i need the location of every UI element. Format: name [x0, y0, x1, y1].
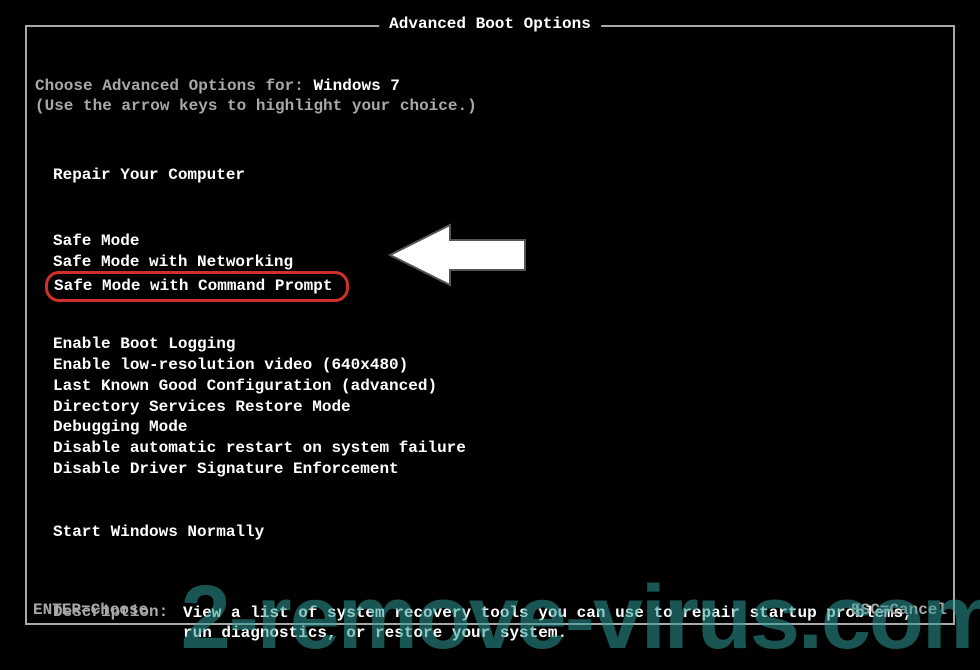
menu-item-low-res-video[interactable]: Enable low-resolution video (640x480): [53, 355, 945, 376]
menu-item-disable-driver-signature[interactable]: Disable Driver Signature Enforcement: [53, 459, 945, 480]
intro-line: Choose Advanced Options for: Windows 7: [35, 77, 945, 95]
menu-item-disable-auto-restart[interactable]: Disable automatic restart on system fail…: [53, 438, 945, 459]
screen-title: Advanced Boot Options: [389, 15, 591, 33]
intro-prefix: Choose Advanced Options for:: [35, 77, 313, 95]
menu-item-boot-logging[interactable]: Enable Boot Logging: [53, 334, 945, 355]
boot-options-frame: Advanced Boot Options Choose Advanced Op…: [25, 25, 955, 625]
footer-esc-hint: ESC=Cancel: [851, 601, 947, 619]
menu-item-debugging-mode[interactable]: Debugging Mode: [53, 417, 945, 438]
footer-bar: ENTER=Choose ESC=Cancel: [27, 597, 953, 623]
content-area: Choose Advanced Options for: Windows 7 (…: [27, 27, 953, 644]
menu-group-repair: Repair Your Computer: [35, 165, 945, 186]
intro-hint: (Use the arrow keys to highlight your ch…: [35, 97, 945, 115]
menu-item-safe-mode-networking[interactable]: Safe Mode with Networking: [53, 252, 945, 273]
title-wrap: Advanced Boot Options: [379, 15, 601, 33]
menu-group-advanced: Enable Boot Logging Enable low-resolutio…: [35, 334, 945, 480]
menu-group-normal: Start Windows Normally: [35, 522, 945, 543]
footer-enter-hint: ENTER=Choose: [33, 601, 148, 619]
menu-item-directory-services-restore[interactable]: Directory Services Restore Mode: [53, 397, 945, 418]
menu-item-last-known-good[interactable]: Last Known Good Configuration (advanced): [53, 376, 945, 397]
menu-item-start-normally[interactable]: Start Windows Normally: [53, 522, 945, 543]
menu-item-safe-mode-command-prompt[interactable]: Safe Mode with Command Prompt: [53, 272, 945, 302]
menu-item-safe-mode[interactable]: Safe Mode: [53, 231, 945, 252]
menu-item-repair[interactable]: Repair Your Computer: [53, 165, 945, 186]
os-name: Windows 7: [313, 77, 399, 95]
menu-group-safemode: Safe Mode Safe Mode with Networking Safe…: [35, 231, 945, 302]
